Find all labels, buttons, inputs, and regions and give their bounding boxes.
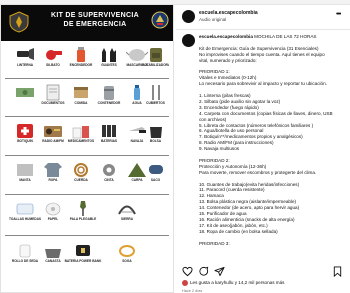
cutlery-icon [151,85,160,100]
grid-divider [5,116,169,117]
caption-line: 4. Carpeta con documentos (copias física… [199,110,333,116]
supply-label: PALA PLEGABLE [69,217,97,221]
supply-item: PALA PLEGABLE [61,199,105,229]
cord-icon [119,245,135,257]
supply-item: BATERIA POWER BANK [61,241,105,271]
supply-label: POTABILIZADORA [142,63,169,67]
shovel-icon [80,201,86,216]
likes-text: Les gusta a karyhullu y 14,2 mil persona… [190,280,285,286]
grid-divider [5,235,169,236]
liker-avatar [182,280,188,286]
username-link[interactable]: escuela.escapecolombia [199,10,258,16]
post-date: Hace 2 días [182,289,203,293]
supply-item: SIERRA [105,199,149,229]
caption-avatar[interactable] [182,34,195,47]
post-image-banner: KIT DE SUPERVIVENCIA DE EMERGENCIA [1,5,173,41]
post-header: escuela.escapecolombia Audio original ••… [182,10,344,26]
share-icon[interactable] [214,266,225,277]
saw-icon [118,205,136,215]
comment-icon[interactable] [198,266,209,277]
caption-username[interactable]: escuela.escapecolombia [199,34,253,39]
banner-title: KIT DE SUPERVIVENCIA DE EMERGENCIA [51,12,139,28]
escape-badge-icon [151,11,169,29]
header-divider [176,29,350,30]
bookmark-icon[interactable] [332,266,343,277]
power-bank-icon [76,245,90,256]
supply-label: SIERRA [120,217,134,221]
post-details-panel: escuela.escapecolombia Audio original ••… [176,4,350,293]
grid-divider [5,78,169,79]
caption: escuela.escapecolombia MOCHILA DE LAS 72… [182,34,344,262]
supply-item: SACO [142,160,169,190]
caption-line: No improvises cuando el tiempo cuenta. A… [199,51,325,57]
more-options-icon[interactable]: ••• [336,11,341,18]
supply-label: BATERIA POWER BANK [64,259,102,263]
caption-line: PRIORIDAD 3: [199,240,230,246]
bag-icon [149,127,162,138]
supply-item: POTABILIZADORA [142,45,169,75]
audio-link[interactable]: Audio original [199,17,226,22]
heart-icon[interactable] [182,266,193,277]
supply-item: BOLSA [142,121,169,151]
caption-line: Lo necesario para sobrevivir al impacto … [199,81,327,87]
sleeping-bag-icon [148,165,163,174]
shield-logo-icon [9,11,29,33]
action-bar [182,266,344,278]
caption-body: escuela.escapecolombia MOCHILA DE LAS 72… [199,34,344,247]
grid-divider [5,194,169,195]
backpack-icon [149,48,162,62]
supply-label: SOGA [122,259,132,263]
avatar[interactable] [182,10,195,23]
supply-item: CUBIERTOS [142,83,169,113]
supplies-grid: LINTERNA SILBATO ENCENDEDOR GUANTES MASC… [5,45,169,290]
supply-label: SACO [150,178,161,182]
caption-title: MOCHILA DE LAS 72 HORAS [254,34,317,39]
post-image[interactable]: KIT DE SUPERVIVENCIA DE EMERGENCIA LINTE… [0,4,174,293]
likes-summary[interactable]: Les gusta a karyhullu y 14,2 mil persona… [182,280,284,286]
supply-label: BOLSA [149,139,162,143]
grid-divider [5,155,169,156]
supply-item: SOGA [105,241,149,271]
supply-label: CUBIERTOS [146,101,165,105]
